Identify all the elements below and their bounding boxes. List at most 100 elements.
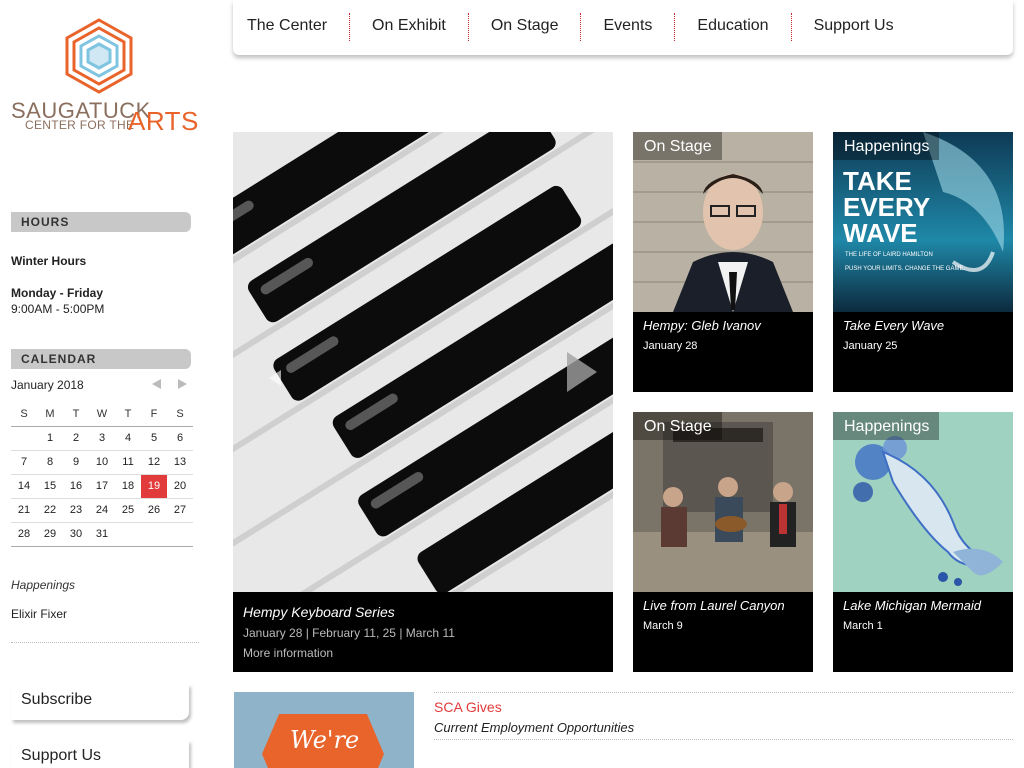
happenings-item-link[interactable]: Elixir Fixer <box>11 607 67 621</box>
promo-text: We're <box>290 726 360 754</box>
calendar-next-arrow-icon[interactable] <box>178 379 187 389</box>
nav-item-events[interactable]: Events <box>603 0 697 55</box>
calendar-week-row: 14 15 16 17 18 19 20 <box>11 474 193 499</box>
calendar-day[interactable]: 8 <box>37 450 63 475</box>
event-card-laurel-canyon[interactable]: On Stage Live from Laurel Canyon March 9 <box>633 412 813 672</box>
employment-opportunities-text: Current Employment Opportunities <box>434 720 635 735</box>
hours-days: Monday - Friday <box>11 286 104 300</box>
card-category-tag: Happenings <box>833 412 940 440</box>
calendar-grid: S M T W T F S 1 2 3 4 5 6 7 8 9 10 11 12 13 14 15 16 17 1… <box>11 402 193 547</box>
nav-label: On Stage <box>490 17 559 34</box>
nav-item-on-stage[interactable]: On Stage <box>491 0 604 55</box>
poster-title-line-wave: WAVE <box>843 218 918 248</box>
event-card-gleb-ivanov[interactable]: On Stage Hempy: Gleb Ivanov January 28 <box>633 132 813 392</box>
calendar-day[interactable]: 20 <box>167 474 193 499</box>
calendar-day[interactable]: 4 <box>115 426 141 451</box>
weekday-label: T <box>115 402 141 427</box>
calendar-day[interactable]: 18 <box>115 474 141 499</box>
logo-arts: ARTS <box>128 106 199 136</box>
nav-item-support-us[interactable]: Support Us <box>814 0 916 55</box>
poster-tagline: THE LIFE OF LAIRD HAMILTON <box>845 252 933 258</box>
calendar-day[interactable]: 14 <box>11 474 37 499</box>
calendar-day[interactable]: 7 <box>11 450 37 475</box>
card-title[interactable]: Hempy: Gleb Ivanov <box>643 318 761 333</box>
featured-slide[interactable]: Hempy Keyboard Series January 28 | Febru… <box>233 132 613 672</box>
hours-time: 9:00AM - 5:00PM <box>11 302 105 316</box>
calendar-day[interactable]: 17 <box>89 474 115 499</box>
gives-divider-top <box>434 692 1013 693</box>
nav-divider <box>790 13 792 41</box>
sidebar-divider <box>11 642 199 643</box>
feature-more-link[interactable]: More information <box>243 646 455 660</box>
nav-item-on-exhibit[interactable]: On Exhibit <box>372 0 491 55</box>
calendar-empty-cell <box>115 522 141 547</box>
nav-divider <box>674 13 676 41</box>
gives-divider-bottom <box>434 739 1013 740</box>
nav-item-education[interactable]: Education <box>697 0 813 55</box>
weekday-label: M <box>37 402 63 427</box>
card-date: March 9 <box>643 620 683 632</box>
calendar-day[interactable]: 6 <box>167 426 193 451</box>
event-card-lake-michigan-mermaid[interactable]: Happenings Lake Michigan Mermaid March 1 <box>833 412 1013 672</box>
calendar-day[interactable]: 22 <box>37 498 63 523</box>
calendar-day[interactable]: 11 <box>115 450 141 475</box>
feature-title[interactable]: Hempy Keyboard Series <box>243 604 455 620</box>
hours-season: Winter Hours <box>11 254 87 268</box>
card-category-tag: Happenings <box>833 132 940 160</box>
calendar-day[interactable]: 28 <box>11 522 37 547</box>
card-title[interactable]: Lake Michigan Mermaid <box>843 598 981 613</box>
card-title[interactable]: Take Every Wave <box>843 318 944 333</box>
calendar-prev-arrow-icon[interactable] <box>152 379 161 389</box>
calendar-day[interactable]: 23 <box>63 498 89 523</box>
weekday-label: S <box>167 402 193 427</box>
calendar-day[interactable]: 12 <box>141 450 167 475</box>
event-card-take-every-wave[interactable]: TAKE EVERY WAVE THE LIFE OF LAIRD HAMILT… <box>833 132 1013 392</box>
calendar-heading: CALENDAR <box>11 349 191 369</box>
card-category-tag: On Stage <box>633 132 722 160</box>
calendar-day[interactable]: 10 <box>89 450 115 475</box>
calendar-day[interactable]: 26 <box>141 498 167 523</box>
calendar-day[interactable]: 2 <box>63 426 89 451</box>
calendar-day[interactable]: 16 <box>63 474 89 499</box>
hiring-promo-image[interactable]: We're <box>234 692 414 768</box>
happenings-label: Happenings <box>11 578 76 592</box>
slide-prev-arrow-icon[interactable] <box>269 370 281 386</box>
calendar-month: January 2018 <box>11 378 84 392</box>
slide-next-arrow-icon[interactable] <box>567 352 597 392</box>
calendar-day[interactable]: 24 <box>89 498 115 523</box>
nav-label: Support Us <box>813 17 894 34</box>
calendar-day[interactable]: 13 <box>167 450 193 475</box>
weekday-label: T <box>63 402 89 427</box>
sca-gives-link[interactable]: SCA Gives <box>434 699 502 715</box>
calendar-weekday-row: S M T W T F S <box>11 402 193 427</box>
card-category-tag: On Stage <box>633 412 722 440</box>
card-date: January 28 <box>643 340 698 352</box>
calendar-day[interactable]: 5 <box>141 426 167 451</box>
support-us-button[interactable]: Support Us <box>11 740 189 768</box>
site-logo[interactable]: SAUGATUCK CENTER FOR THE ARTS <box>10 18 198 138</box>
calendar-day[interactable]: 1 <box>37 426 63 451</box>
nav-label: Education <box>697 17 769 34</box>
nav-label: Events <box>603 17 653 34</box>
calendar-day[interactable]: 29 <box>37 522 63 547</box>
calendar-day[interactable]: 9 <box>63 450 89 475</box>
calendar-week-row: 7 8 9 10 11 12 13 <box>11 450 193 475</box>
calendar-empty-cell <box>167 522 193 547</box>
calendar-day[interactable]: 30 <box>63 522 89 547</box>
calendar-day[interactable]: 15 <box>37 474 63 499</box>
subscribe-button[interactable]: Subscribe <box>11 684 189 720</box>
card-title[interactable]: Live from Laurel Canyon <box>643 598 785 613</box>
calendar-day[interactable]: 31 <box>89 522 115 547</box>
nav-divider <box>467 13 469 41</box>
calendar-week-row: 123456 <box>11 426 193 451</box>
nav-item-the-center[interactable]: The Center <box>247 0 372 55</box>
calendar-day[interactable]: 27 <box>167 498 193 523</box>
feature-dates: January 28 | February 11, 25 | March 11 <box>243 626 455 640</box>
calendar-day-today[interactable]: 19 <box>141 474 167 499</box>
calendar-day[interactable]: 25 <box>115 498 141 523</box>
calendar-day[interactable]: 21 <box>11 498 37 523</box>
weekday-label: S <box>11 402 37 427</box>
calendar-day[interactable]: 3 <box>89 426 115 451</box>
nav-label: The Center <box>247 17 328 34</box>
logo-subline: CENTER FOR THE <box>25 118 135 132</box>
